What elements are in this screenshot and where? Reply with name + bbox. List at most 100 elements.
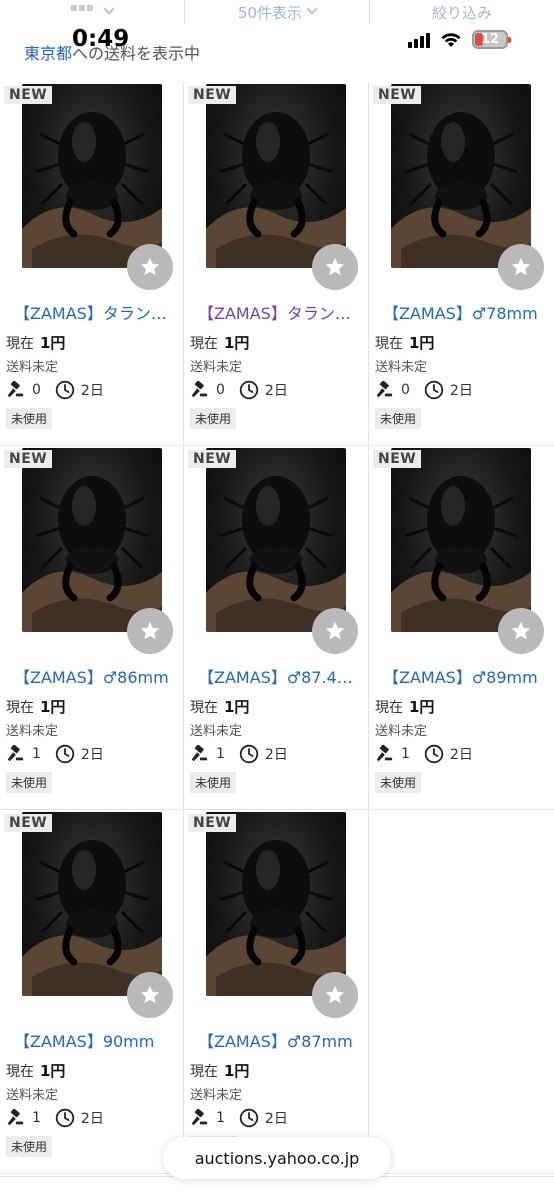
product-grid: NEW 【ZAMAS】タランドゥスオオツヤクワガタ 現在 1円 送料未定 0 2日… [0, 82, 554, 1174]
battery-level: 12 [480, 32, 500, 47]
watchlist-button[interactable] [312, 972, 358, 1018]
product-image[interactable] [22, 812, 162, 996]
product-card[interactable]: NEW 【ZAMAS】♂87mm 現在1円 送料未定 1 2日 未使用 [184, 810, 369, 1174]
new-badge: NEW [188, 814, 237, 832]
shipping-cost: 送料未定 [6, 1088, 59, 1103]
clock-icon [239, 1108, 259, 1128]
product-image[interactable] [22, 84, 162, 268]
product-image[interactable] [391, 84, 531, 268]
time-left: 2日 [264, 383, 288, 399]
gavel-icon [7, 381, 24, 398]
watchlist-button[interactable] [312, 608, 358, 654]
bid-meta: 1 2日 [6, 1108, 104, 1128]
condition-badge: 未使用 [6, 772, 53, 793]
new-badge: NEW [373, 86, 422, 104]
time-left: 2日 [264, 747, 288, 763]
current-price: 現在 1円 [190, 332, 249, 353]
current-price: 現在 1円 [6, 332, 65, 353]
new-badge: NEW [188, 86, 237, 104]
product-title[interactable]: 【ZAMAS】♂87.4mm [198, 664, 364, 688]
prefecture-link[interactable]: 東京都 [24, 44, 72, 63]
beetle-photo [391, 112, 531, 268]
product-card[interactable]: NEW 【ZAMAS】♂78mm 現在 1円 送料未定 0 2日 未使用 [369, 82, 554, 446]
watchlist-button[interactable] [127, 972, 173, 1018]
product-title[interactable]: 【ZAMAS】♂78mm [383, 300, 549, 324]
gavel-icon [376, 745, 393, 762]
new-badge: NEW [4, 450, 53, 468]
clock-icon [239, 380, 259, 400]
shipping-cost: 送料未定 [375, 360, 428, 375]
price-value: 1円 [40, 698, 66, 716]
current-price: 現在 1円 [6, 696, 65, 717]
gavel-icon [191, 1109, 208, 1126]
price-label: 現在 [190, 700, 218, 716]
shipping-cost: 送料未定 [190, 1088, 243, 1103]
address-bar[interactable]: auctions.yahoo.co.jp [163, 1137, 391, 1179]
current-price: 現在 1円 [375, 332, 434, 353]
product-title[interactable]: 【ZAMAS】タランドゥスオオツヤクワガタ [198, 300, 364, 324]
bid-meta: 1 2日 [190, 1108, 288, 1128]
status-time: 0:49 [72, 26, 130, 52]
watchlist-button[interactable] [127, 244, 173, 290]
bid-count: 1 [401, 746, 410, 762]
beetle-photo [206, 476, 346, 632]
product-image[interactable] [206, 448, 346, 632]
product-card[interactable]: NEW 【ZAMAS】タランドゥスオオツヤクワガタ 現在 1円 送料未定 0 2日… [184, 82, 369, 446]
star-icon [140, 985, 160, 1004]
product-title[interactable]: 【ZAMAS】♂87mm [198, 1028, 364, 1052]
watchlist-button[interactable] [498, 244, 544, 290]
bid-count: 0 [32, 382, 41, 398]
price-value: 1円 [224, 1062, 250, 1080]
condition-badge: 未使用 [190, 772, 237, 793]
product-image[interactable] [22, 448, 162, 632]
product-card[interactable]: NEW 【ZAMAS】90mm 現在 1円 送料未定 1 2日 未使用 [0, 810, 184, 1174]
watchlist-button[interactable] [498, 608, 544, 654]
gavel-icon [191, 745, 208, 762]
watchlist-button[interactable] [127, 608, 173, 654]
price-label: 現在 [6, 700, 34, 716]
product-title[interactable]: 【ZAMAS】90mm [14, 1028, 180, 1052]
price-label: 現在 [190, 336, 218, 352]
product-card[interactable]: NEW 【ZAMAS】タランドゥスオオツヤクワガタ 現在 1円 送料未定 0 2日… [0, 82, 184, 446]
battery-indicator: 12 [472, 30, 511, 49]
bid-meta: 1 2日 [190, 744, 288, 764]
product-title[interactable]: 【ZAMAS】♂86mm [14, 664, 180, 688]
product-image[interactable] [206, 812, 346, 996]
product-image[interactable] [391, 448, 531, 632]
condition-badge: 未使用 [6, 1136, 53, 1157]
product-card[interactable]: NEW 【ZAMAS】♂86mm 現在 1円 送料未定 1 2日 未使用 [0, 446, 184, 810]
product-card[interactable]: NEW 【ZAMAS】♂87.4mm 現在 1円 送料未定 1 2日 未使用 [184, 446, 369, 810]
product-image[interactable] [206, 84, 346, 268]
per-page-select[interactable]: 50件表示 [185, 0, 370, 24]
clock-icon [424, 380, 444, 400]
view-toggle-button[interactable] [0, 0, 185, 24]
price-label: 現在 [375, 700, 403, 716]
new-badge: NEW [4, 814, 53, 832]
watchlist-button[interactable] [312, 244, 358, 290]
current-price: 現在 1円 [190, 1060, 249, 1081]
price-value: 1円 [409, 334, 435, 352]
list-toolbar: 50件表示 絞り込み [0, 0, 554, 24]
bid-count: 0 [216, 382, 225, 398]
beetle-photo [22, 112, 162, 268]
product-title[interactable]: 【ZAMAS】タランドゥスオオツヤクワガタ [14, 300, 180, 324]
shipping-cost: 送料未定 [190, 360, 243, 375]
gavel-icon [7, 1109, 24, 1126]
gavel-icon [7, 745, 24, 762]
product-card[interactable]: NEW 【ZAMAS】♂89mm 現在 1円 送料未定 1 2日 未使用 [369, 446, 554, 810]
bid-count: 0 [401, 382, 410, 398]
url-text: auctions.yahoo.co.jp [194, 1148, 360, 1168]
price-value: 1円 [409, 698, 435, 716]
time-left: 2日 [449, 747, 473, 763]
product-title[interactable]: 【ZAMAS】♂89mm [383, 664, 549, 688]
filter-button[interactable]: 絞り込み [370, 0, 554, 24]
bid-meta: 0 2日 [190, 380, 288, 400]
new-badge: NEW [4, 86, 53, 104]
star-icon [511, 621, 531, 640]
wifi-icon [441, 32, 461, 47]
current-price: 現在 1円 [375, 696, 434, 717]
bid-meta: 0 2日 [375, 380, 473, 400]
beetle-photo [206, 112, 346, 268]
time-left: 2日 [449, 383, 473, 399]
empty-grid-cell [369, 810, 554, 1174]
